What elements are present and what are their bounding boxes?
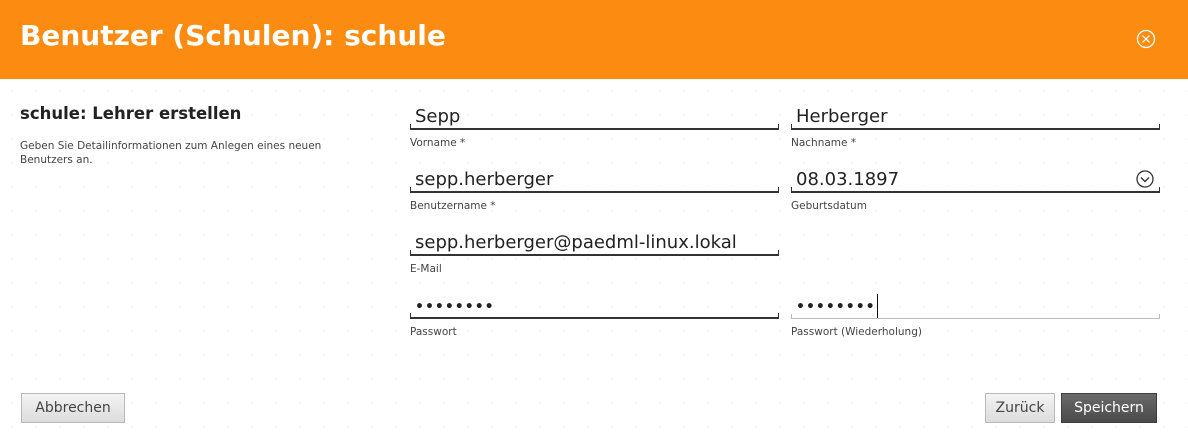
section-description: Geben Sie Detailinformationen zum Anlege… (20, 140, 322, 166)
section-title: schule: Lehrer erstellen (20, 104, 242, 123)
email-label: E-Mail (410, 263, 442, 275)
geburtsdatum-input[interactable]: 08.03.1897 (791, 167, 1160, 193)
email-input[interactable]: sepp.herberger@paedml-linux.lokal (410, 230, 779, 256)
cancel-button[interactable]: Abbrechen (21, 393, 125, 423)
vorname-label: Vorname * (410, 137, 466, 149)
passwort-wiederholung-label: Passwort (Wiederholung) (791, 326, 922, 338)
dialog-header: Benutzer (Schulen): schule (0, 0, 1188, 79)
text-cursor (876, 294, 878, 318)
benutzername-label: Benutzername * (410, 200, 496, 212)
nachname-input[interactable]: Herberger (791, 104, 1160, 130)
nachname-label: Nachname * (791, 137, 857, 149)
save-button[interactable]: Speichern (1061, 393, 1157, 423)
background-pattern (0, 79, 1188, 447)
benutzername-input[interactable]: sepp.herberger (410, 167, 779, 193)
passwort-input[interactable]: •••••••• (410, 293, 779, 319)
passwort-wiederholung-value: •••••••• (796, 299, 876, 315)
passwort-value: •••••••• (415, 299, 495, 315)
passwort-wiederholung-input[interactable]: •••••••• (791, 293, 1160, 319)
vorname-input[interactable]: Sepp (410, 104, 779, 130)
close-icon[interactable] (1136, 29, 1156, 49)
chevron-down-icon[interactable] (1136, 170, 1154, 188)
geburtsdatum-label: Geburtsdatum (791, 200, 867, 212)
page-title: Benutzer (Schulen): schule (20, 19, 446, 52)
back-button[interactable]: Zurück (985, 393, 1055, 423)
geburtsdatum-value: 08.03.1897 (796, 169, 900, 190)
passwort-label: Passwort (410, 326, 457, 338)
